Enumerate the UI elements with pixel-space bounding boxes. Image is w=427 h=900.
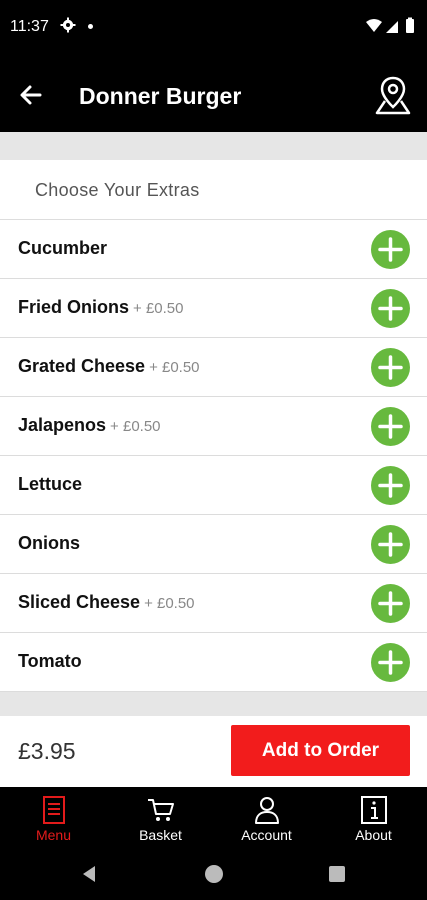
status-bar: 11:37	[0, 0, 427, 56]
extra-item-text: Jalapenos + £0.50	[18, 415, 161, 436]
add-extra-button[interactable]	[371, 525, 410, 564]
extra-item-cucumber[interactable]: Cucumber	[0, 220, 427, 279]
page-title: Donner Burger	[79, 83, 242, 109]
extra-item-name: Cucumber	[18, 238, 108, 258]
extra-item-price: + £0.50	[133, 300, 184, 317]
extra-item-fried-onions[interactable]: Fried Onions + £0.50	[0, 279, 427, 338]
extra-item-grated-cheese[interactable]: Grated Cheese + £0.50	[0, 338, 427, 397]
extra-item-price: + £0.50	[149, 359, 200, 376]
menu-list-icon	[42, 796, 65, 824]
plus-icon	[378, 414, 403, 439]
app-bar: Donner Burger	[0, 56, 427, 132]
extra-item-name: Grated Cheese	[18, 356, 146, 376]
add-extra-button[interactable]	[371, 584, 410, 623]
wifi-icon	[366, 19, 382, 32]
order-footer: £3.95 Add to Order	[0, 716, 427, 787]
extra-item-text: Lettuce	[18, 474, 82, 495]
spacer	[0, 692, 427, 719]
add-extra-button[interactable]	[371, 348, 410, 387]
extra-item-name: Tomato	[18, 651, 82, 671]
extras-content: Choose Your Extras Cucumber Fried Onions…	[0, 132, 427, 787]
back-arrow-icon[interactable]	[14, 78, 48, 112]
extra-item-text: Onions	[18, 533, 80, 554]
person-icon	[254, 797, 279, 824]
extra-item-text: Cucumber	[18, 238, 107, 259]
section-header: Choose Your Extras	[0, 160, 427, 220]
notification-dot-icon	[88, 24, 93, 29]
plus-icon	[378, 650, 403, 675]
cart-icon	[147, 799, 174, 821]
system-back-icon[interactable]	[80, 865, 98, 883]
plus-icon	[378, 591, 403, 616]
system-nav-bar	[0, 847, 427, 900]
add-extra-button[interactable]	[371, 466, 410, 505]
extra-item-jalapenos[interactable]: Jalapenos + £0.50	[0, 397, 427, 456]
add-extra-button[interactable]	[371, 643, 410, 682]
add-extra-button[interactable]	[371, 407, 410, 446]
extra-item-text: Grated Cheese + £0.50	[18, 356, 200, 377]
extra-item-name: Sliced Cheese	[18, 592, 141, 612]
spacer	[0, 132, 427, 160]
plus-icon	[378, 237, 403, 262]
battery-icon	[406, 19, 414, 33]
extra-item-text: Tomato	[18, 651, 82, 672]
extra-item-name: Jalapenos	[18, 415, 107, 435]
nav-label: Account	[241, 827, 292, 843]
nav-item-account[interactable]: Account	[213, 787, 320, 847]
nav-item-menu[interactable]: Menu	[0, 787, 107, 847]
extra-item-price: + £0.50	[144, 595, 195, 612]
signal-icon	[386, 21, 398, 33]
system-recents-icon[interactable]	[329, 866, 345, 882]
bottom-nav: Menu Basket Account About	[0, 787, 427, 847]
add-extra-button[interactable]	[371, 289, 410, 328]
extra-item-price: + £0.50	[110, 418, 161, 435]
plus-icon	[378, 532, 403, 557]
nav-label: About	[355, 827, 392, 843]
extra-item-onions[interactable]: Onions	[0, 515, 427, 574]
info-icon	[360, 796, 387, 824]
gear-icon	[60, 17, 76, 33]
nav-item-basket[interactable]: Basket	[107, 787, 214, 847]
add-extra-button[interactable]	[371, 230, 410, 269]
extra-item-lettuce[interactable]: Lettuce	[0, 456, 427, 515]
nav-item-about[interactable]: About	[320, 787, 427, 847]
map-pin-icon[interactable]	[373, 74, 413, 116]
nav-label: Menu	[35, 827, 72, 843]
nav-label: Basket	[139, 827, 182, 843]
extra-item-text: Fried Onions + £0.50	[18, 297, 183, 318]
extra-item-name: Onions	[18, 533, 80, 553]
extra-item-tomato[interactable]: Tomato	[0, 633, 427, 692]
system-status-icons	[366, 17, 414, 33]
plus-icon	[378, 473, 403, 498]
system-home-icon[interactable]	[205, 865, 223, 883]
plus-icon	[378, 296, 403, 321]
total-price: £3.95	[18, 738, 76, 764]
extra-item-text: Sliced Cheese + £0.50	[18, 592, 195, 613]
extra-item-name: Fried Onions	[18, 297, 130, 317]
extra-item-sliced-cheese[interactable]: Sliced Cheese + £0.50	[0, 574, 427, 633]
plus-icon	[378, 355, 403, 380]
extra-item-name: Lettuce	[18, 474, 83, 494]
extras-list: Cucumber Fried Onions + £0.50 Grated Che…	[0, 220, 427, 692]
section-title: Choose Your Extras	[35, 180, 200, 200]
status-time: 11:37	[10, 18, 49, 35]
add-to-order-button[interactable]: Add to Order	[231, 725, 410, 776]
